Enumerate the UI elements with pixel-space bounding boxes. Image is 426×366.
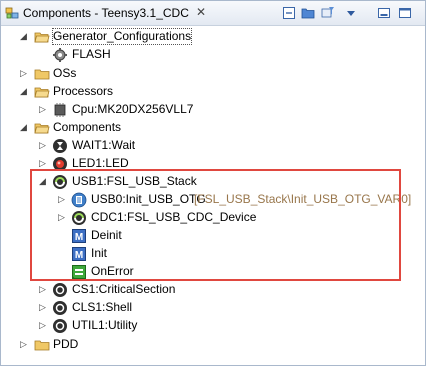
- collapsed-arrow-icon[interactable]: ▷: [19, 68, 28, 79]
- tree-item-processors[interactable]: ◢ Processors: [1, 83, 425, 101]
- component-icon: [53, 301, 67, 315]
- tree-item-cls1[interactable]: ▷ CLS1:Shell: [1, 299, 425, 317]
- tree-item-components[interactable]: ◢ Components: [1, 119, 425, 137]
- tree-item-label: PDD: [53, 337, 79, 351]
- view-title[interactable]: Components - Teensy3.1_CDC: [23, 6, 189, 20]
- tree-item-label: Cpu:MK20DX256VLL7: [72, 102, 194, 116]
- collapsed-arrow-icon[interactable]: ▷: [38, 320, 47, 331]
- expanded-arrow-icon[interactable]: ◢: [19, 31, 28, 42]
- tree-item-cs1[interactable]: ▷ CS1:CriticalSection: [1, 281, 425, 299]
- chip-icon: [54, 103, 66, 117]
- tree-item-label: FLASH: [72, 47, 111, 61]
- gear-icon: [53, 48, 67, 62]
- tree-item-generator-configurations[interactable]: ◢ Generator_Configurations: [1, 28, 425, 46]
- collapsed-arrow-icon[interactable]: ▷: [38, 284, 47, 295]
- tree-item-oss[interactable]: ▷ OSs: [1, 65, 425, 83]
- tree-item-label: WAIT1:Wait: [72, 138, 136, 152]
- folder-open-icon: [34, 87, 50, 98]
- tree-item-label: OSs: [53, 66, 77, 80]
- component-icon: [53, 283, 67, 297]
- component-icon: [53, 319, 67, 333]
- tree-item-flash[interactable]: FLASH: [1, 46, 425, 64]
- collapsed-arrow-icon[interactable]: ▷: [38, 140, 47, 151]
- view-menu-icon[interactable]: [344, 6, 358, 20]
- hourglass-icon: [53, 139, 67, 153]
- close-icon[interactable]: ✕: [196, 6, 208, 18]
- collapsed-arrow-icon[interactable]: ▷: [38, 302, 47, 313]
- tree-item-label: Generator_Configurations: [51, 28, 193, 45]
- collapse-all-icon[interactable]: [282, 6, 296, 20]
- maximize-icon[interactable]: [398, 6, 412, 20]
- tree-item-cpu[interactable]: ▷ Cpu:MK20DX256VLL7: [1, 101, 425, 119]
- folder-link-icon[interactable]: [301, 6, 315, 20]
- filter-icon[interactable]: [321, 6, 335, 20]
- folder-open-icon: [34, 123, 50, 134]
- expanded-arrow-icon[interactable]: ◢: [19, 122, 28, 133]
- collapsed-arrow-icon[interactable]: ▷: [38, 104, 47, 115]
- tree-item-label: UTIL1:Utility: [72, 318, 138, 332]
- tree-item-label: CS1:CriticalSection: [72, 282, 176, 296]
- folder-icon: [34, 340, 50, 351]
- collapsed-arrow-icon[interactable]: ▷: [38, 158, 47, 169]
- components-view: Components - Teensy3.1_CDC ✕ ◢ Generator…: [0, 0, 426, 366]
- highlight-box: [30, 169, 401, 281]
- view-title-bar: Components - Teensy3.1_CDC ✕: [1, 1, 425, 26]
- folder-icon: [34, 69, 50, 80]
- expanded-arrow-icon[interactable]: ◢: [19, 86, 28, 97]
- minimize-icon[interactable]: [377, 6, 391, 20]
- components-view-icon: [5, 7, 19, 19]
- tree-item-label: CLS1:Shell: [72, 300, 133, 314]
- folder-open-icon: [34, 32, 50, 43]
- tree-item-label: Components: [53, 120, 122, 134]
- collapsed-arrow-icon[interactable]: ▷: [19, 339, 28, 350]
- tree-item-pdd[interactable]: ▷ PDD: [1, 336, 425, 354]
- tree-item-label: Processors: [53, 84, 114, 98]
- tree-item-util1[interactable]: ▷ UTIL1:Utility: [1, 317, 425, 335]
- tree-item-wait1[interactable]: ▷ WAIT1:Wait: [1, 137, 425, 155]
